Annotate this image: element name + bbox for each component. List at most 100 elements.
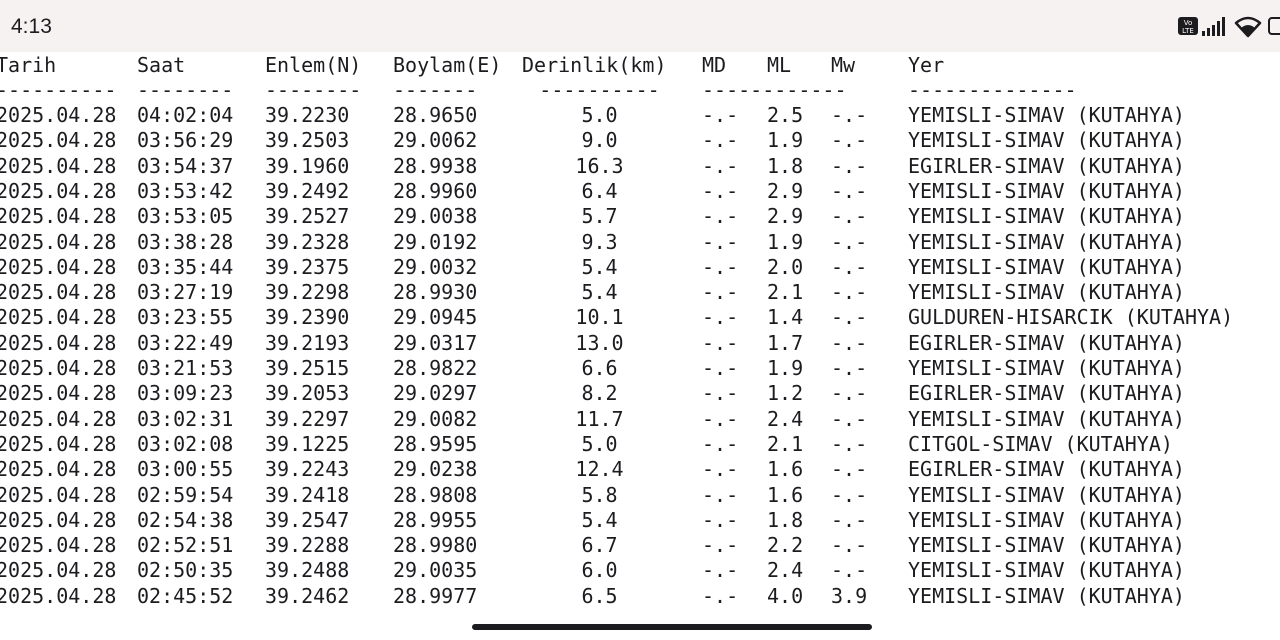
signal-icon bbox=[1202, 17, 1225, 36]
cell-lat: 39.2488 bbox=[265, 558, 350, 583]
volte-icon: Vo LTE bbox=[1178, 17, 1198, 35]
cell-mw: -.- bbox=[831, 533, 868, 558]
cell-mw: -.- bbox=[831, 507, 868, 532]
cell-mw: 3.9 bbox=[831, 583, 868, 608]
cell-mw: -.- bbox=[831, 229, 868, 254]
cell-lon: 29.0082 bbox=[393, 406, 478, 431]
cell-lon: 28.9822 bbox=[393, 356, 478, 380]
cell-lon: 28.9595 bbox=[393, 431, 478, 456]
cell-lat: 39.2418 bbox=[265, 482, 350, 507]
cell-mw: -.- bbox=[831, 558, 868, 583]
cell-md: -.- bbox=[702, 482, 739, 507]
status-bar: 4:13 Vo LTE bbox=[0, 0, 1280, 52]
cell-time: 02:54:38 bbox=[137, 507, 234, 532]
header-lat: Enlem(N) bbox=[265, 53, 362, 77]
cell-loc: YEMISLI-SIMAV (KUTAHYA) bbox=[908, 178, 1185, 203]
cell-lon: 29.0945 bbox=[393, 305, 478, 330]
cell-lon: 29.0297 bbox=[393, 381, 478, 406]
gesture-handle[interactable] bbox=[472, 624, 872, 630]
cell-depth: 5.4 bbox=[581, 254, 618, 279]
cell-time: 02:45:52 bbox=[137, 583, 234, 608]
cell-lon: 28.9977 bbox=[393, 583, 478, 608]
sep-lon: ------- bbox=[393, 78, 478, 102]
cell-ml: 2.9 bbox=[767, 178, 804, 203]
cell-lat: 39.2328 bbox=[265, 229, 350, 254]
cell-depth: 5.0 bbox=[581, 103, 618, 127]
cell-lat: 39.2297 bbox=[265, 406, 350, 431]
cell-lon: 28.9930 bbox=[393, 280, 478, 305]
cell-lon: 28.9980 bbox=[393, 533, 478, 558]
cell-md: -.- bbox=[702, 229, 739, 254]
header-md: MD bbox=[702, 53, 727, 77]
cell-loc: YEMISLI-SIMAV (KUTAHYA) bbox=[908, 254, 1185, 279]
sep-lat: -------- bbox=[265, 78, 362, 102]
cell-mw: -.- bbox=[831, 356, 868, 380]
sep-time: -------- bbox=[137, 78, 234, 102]
cell-date: 2025.04.28 bbox=[0, 558, 117, 583]
cell-lon: 29.0062 bbox=[393, 128, 478, 153]
cell-date: 2025.04.28 bbox=[0, 204, 117, 229]
cell-md: -.- bbox=[702, 457, 739, 482]
cell-lat: 39.2288 bbox=[265, 533, 350, 558]
cell-mw: -.- bbox=[831, 457, 868, 482]
cell-depth: 9.3 bbox=[581, 229, 618, 254]
cell-md: -.- bbox=[702, 103, 739, 127]
cell-ml: 2.0 bbox=[767, 254, 804, 279]
cell-md: -.- bbox=[702, 178, 739, 203]
cell-mw: -.- bbox=[831, 406, 868, 431]
cell-md: -.- bbox=[702, 507, 739, 532]
cell-depth: 10.1 bbox=[575, 305, 624, 330]
cell-ml: 2.5 bbox=[767, 103, 804, 127]
cell-md: -.- bbox=[702, 381, 739, 406]
cell-md: -.- bbox=[702, 558, 739, 583]
cell-lat: 39.1225 bbox=[265, 431, 350, 456]
header-lon: Boylam(E) bbox=[393, 53, 502, 77]
cell-loc: YEMISLI-SIMAV (KUTAHYA) bbox=[908, 533, 1185, 558]
cell-lat: 39.2193 bbox=[265, 330, 350, 355]
volte-label-bottom: LTE bbox=[1182, 27, 1194, 35]
header-mw: Mw bbox=[831, 53, 856, 77]
cell-ml: 2.4 bbox=[767, 558, 804, 583]
cell-lon: 28.9808 bbox=[393, 482, 478, 507]
cell-time: 03:02:31 bbox=[137, 406, 234, 431]
cell-ml: 1.4 bbox=[767, 305, 804, 330]
cell-depth: 5.8 bbox=[581, 482, 618, 507]
cell-md: -.- bbox=[702, 254, 739, 279]
cell-lat: 39.2230 bbox=[265, 103, 350, 127]
cell-md: -.- bbox=[702, 153, 739, 178]
cell-loc: CITGOL-SIMAV (KUTAHYA) bbox=[908, 431, 1173, 456]
cell-ml: 1.6 bbox=[767, 482, 804, 507]
cell-time: 03:00:55 bbox=[137, 457, 234, 482]
earthquake-list[interactable]: Tarih Saat Enlem(N) Boylam(E) Derinlik(k… bbox=[0, 52, 1280, 612]
cell-date: 2025.04.28 bbox=[0, 153, 117, 178]
cell-ml: 1.9 bbox=[767, 229, 804, 254]
cell-date: 2025.04.28 bbox=[0, 356, 117, 380]
cell-md: -.- bbox=[702, 128, 739, 153]
cell-mw: -.- bbox=[831, 431, 868, 456]
cell-lon: 28.9938 bbox=[393, 153, 478, 178]
sep-magnitudes: ------------ bbox=[702, 78, 847, 102]
cell-date: 2025.04.28 bbox=[0, 533, 117, 558]
cell-time: 03:21:53 bbox=[137, 356, 234, 380]
cell-depth: 8.2 bbox=[581, 381, 618, 406]
cell-depth: 6.0 bbox=[581, 558, 618, 583]
cell-depth: 16.3 bbox=[575, 153, 624, 178]
sep-date: ---------- bbox=[0, 78, 117, 102]
cell-md: -.- bbox=[702, 305, 739, 330]
cell-lat: 39.2462 bbox=[265, 583, 350, 608]
cell-time: 03:38:28 bbox=[137, 229, 234, 254]
cell-depth: 6.5 bbox=[581, 583, 618, 608]
cell-ml: 2.9 bbox=[767, 204, 804, 229]
cell-depth: 5.0 bbox=[581, 431, 618, 456]
cell-mw: -.- bbox=[831, 128, 868, 153]
cell-lon: 29.0238 bbox=[393, 457, 478, 482]
cell-time: 02:50:35 bbox=[137, 558, 234, 583]
cell-lat: 39.2390 bbox=[265, 305, 350, 330]
cell-loc: YEMISLI-SIMAV (KUTAHYA) bbox=[908, 280, 1185, 305]
table-header: Tarih Saat Enlem(N) Boylam(E) Derinlik(k… bbox=[0, 53, 944, 78]
cell-time: 03:27:19 bbox=[137, 280, 234, 305]
cell-depth: 12.4 bbox=[575, 457, 624, 482]
cell-lon: 29.0038 bbox=[393, 204, 478, 229]
cell-loc: YEMISLI-SIMAV (KUTAHYA) bbox=[908, 507, 1185, 532]
cell-ml: 1.8 bbox=[767, 507, 804, 532]
